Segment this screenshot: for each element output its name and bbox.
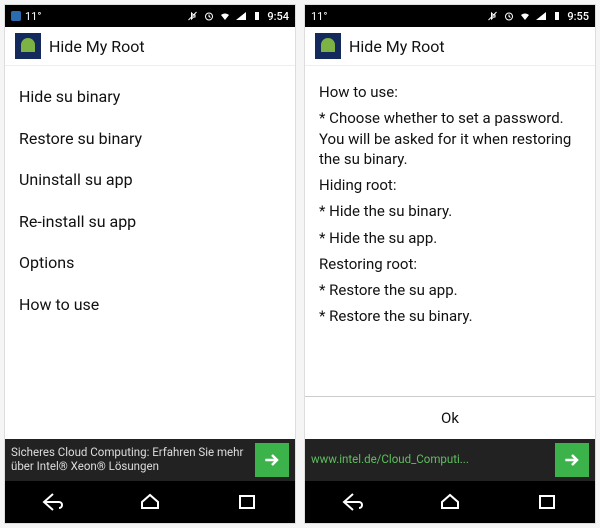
nav-bar [5, 481, 295, 523]
signal-icon [235, 10, 247, 22]
nav-home-icon[interactable] [138, 492, 162, 512]
app-bar: Hide My Root [305, 27, 595, 66]
battery-icon [251, 10, 263, 22]
wifi-icon [519, 10, 531, 22]
clock: 9:54 [267, 10, 289, 23]
menu-uninstall-su-app[interactable]: Uninstall su app [19, 159, 281, 201]
nav-recent-icon[interactable] [235, 492, 259, 512]
ad-text: Sicheres Cloud Computing: Erfahren Sie m… [11, 446, 255, 474]
menu-options[interactable]: Options [19, 242, 281, 284]
menu-reinstall-su-app[interactable]: Re-install su app [19, 201, 281, 243]
ad-arrow-icon[interactable] [255, 443, 289, 477]
instructions-p2b: * Hide the su app. [319, 228, 581, 248]
instructions-h3: Restoring root: [319, 254, 581, 274]
ad-banner[interactable]: Sicheres Cloud Computing: Erfahren Sie m… [5, 439, 295, 481]
nav-recent-icon[interactable] [535, 492, 559, 512]
mute-icon [187, 10, 199, 22]
app-icon [315, 33, 341, 59]
clock: 9:55 [567, 10, 589, 23]
app-title: Hide My Root [349, 37, 445, 56]
instructions-heading: How to use: [319, 82, 581, 102]
phone-left: 11° 9:54 Hide My Root Hide su binary Res… [4, 4, 296, 524]
nav-bar [305, 481, 595, 523]
battery-icon [551, 10, 563, 22]
instructions-p3b: * Restore the su binary. [319, 306, 581, 326]
wifi-icon [219, 10, 231, 22]
status-bar: 11° 9:55 [305, 5, 595, 27]
nav-home-icon[interactable] [438, 492, 462, 512]
alarm-icon [203, 10, 215, 22]
mute-icon [487, 10, 499, 22]
menu-hide-su-binary[interactable]: Hide su binary [19, 76, 281, 118]
phone-right: 11° 9:55 Hide My Root How to use: * Choo… [304, 4, 596, 524]
nav-back-icon[interactable] [41, 492, 65, 512]
menu-how-to-use[interactable]: How to use [19, 284, 281, 326]
ad-banner[interactable]: www.intel.de/Cloud_Computi... [305, 439, 595, 481]
ad-arrow-icon[interactable] [555, 443, 589, 477]
app-title: Hide My Root [49, 37, 145, 56]
alarm-icon [503, 10, 515, 22]
menu-restore-su-binary[interactable]: Restore su binary [19, 118, 281, 160]
temperature: 11° [311, 10, 327, 23]
instructions-h2: Hiding root: [319, 175, 581, 195]
signal-icon [535, 10, 547, 22]
ad-text: www.intel.de/Cloud_Computi... [311, 453, 555, 467]
notification-icon [11, 11, 21, 21]
nav-back-icon[interactable] [341, 492, 365, 512]
instructions-p2a: * Hide the su binary. [319, 201, 581, 221]
instructions-p3a: * Restore the su app. [319, 280, 581, 300]
app-icon [15, 33, 41, 59]
ok-button[interactable]: Ok [305, 396, 595, 439]
temperature: 11° [25, 10, 41, 23]
status-bar: 11° 9:54 [5, 5, 295, 27]
instructions-panel: How to use: * Choose whether to set a pa… [305, 66, 595, 396]
app-bar: Hide My Root [5, 27, 295, 66]
menu-list: Hide su binary Restore su binary Uninsta… [5, 66, 295, 439]
instructions-p1: * Choose whether to set a password. You … [319, 108, 581, 169]
